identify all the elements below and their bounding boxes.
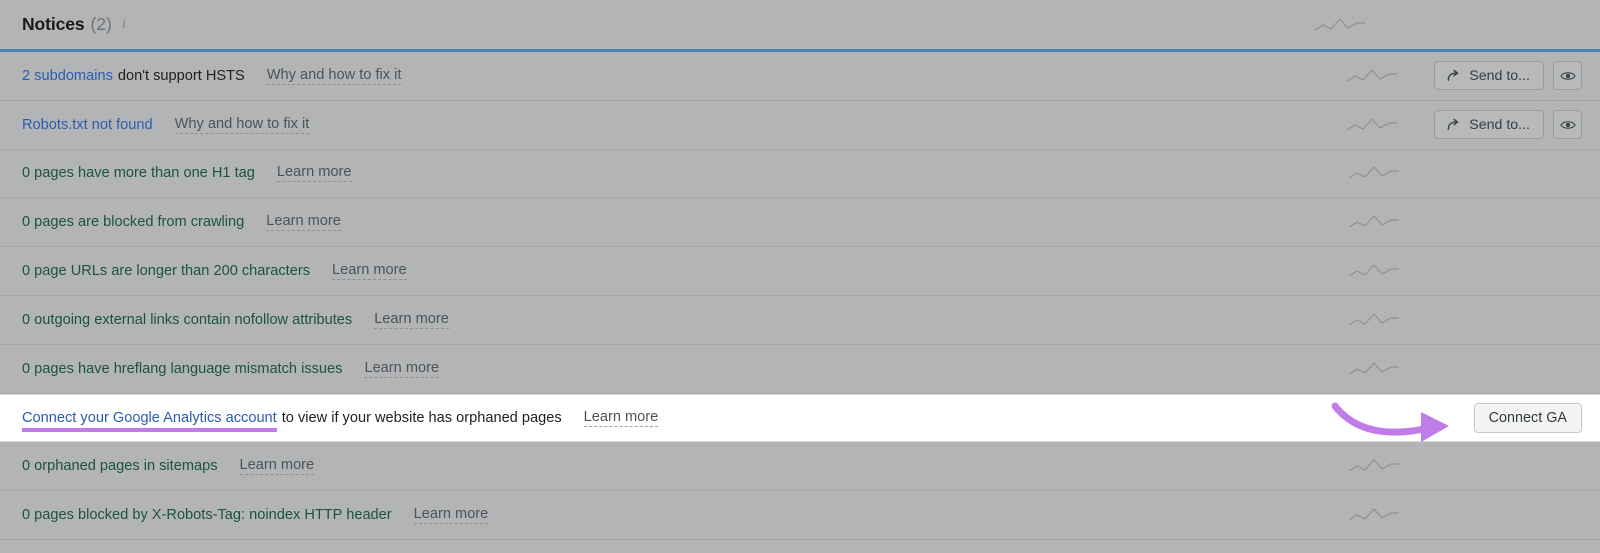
notices-list: 2 subdomains don't support HSTS Why and ho… [0, 52, 1600, 394]
send-to-label: Send to... [1469, 67, 1530, 84]
row-label: 0 orphaned pages in sitemaps [22, 458, 218, 474]
row-rest-text: 0 orphaned pages in sitemaps [22, 458, 218, 475]
row-rest-text: to view if your website has orphaned pag… [281, 409, 562, 426]
row-label: 0 pages have more than one H1 tag [22, 165, 255, 181]
learn-more-link[interactable]: Learn more [364, 360, 440, 378]
row-sparkline [1348, 163, 1400, 183]
learn-more-link[interactable]: Learn more [583, 409, 659, 427]
row-label: 0 outgoing external links contain nofoll… [22, 312, 352, 328]
table-row-connect-ga[interactable]: Connect your Google Analytics account to… [0, 393, 1600, 443]
row-sparkline [1348, 456, 1400, 476]
row-sparkline [1348, 310, 1400, 330]
table-row[interactable]: 0 pages have hreflang language mismatch … [0, 345, 1600, 394]
row-rest-text: 0 pages blocked by X-Robots-Tag: noindex… [22, 507, 392, 524]
row-sparkline [1348, 212, 1400, 232]
eye-icon [1559, 70, 1576, 82]
row-rest-text: 0 pages have more than one H1 tag [22, 165, 255, 182]
row-label: 0 page URLs are longer than 200 characte… [22, 263, 310, 279]
why-and-how-to-fix-it-link[interactable]: Why and how to fix it [266, 67, 402, 85]
page-title: Notices [22, 14, 85, 34]
row-label: Connect your Google Analytics account to… [22, 409, 562, 432]
row-actions: Send to... [1346, 61, 1582, 91]
row-actions [1348, 212, 1582, 232]
row-label: Robots.txt not found [22, 117, 153, 133]
row-lead-link[interactable]: 2 subdomains [22, 68, 113, 84]
connect-ga-link[interactable]: Connect your Google Analytics account [22, 409, 277, 432]
row-lead-link[interactable]: Robots.txt not found [22, 117, 153, 133]
purple-underline-highlight [22, 427, 277, 432]
row-sparkline [1346, 66, 1398, 86]
row-actions [1348, 310, 1582, 330]
hide-issue-button[interactable] [1553, 110, 1582, 140]
table-row[interactable]: 0 pages have more than one H1 tag Learn m… [0, 150, 1600, 199]
row-actions [1348, 163, 1582, 183]
table-row[interactable]: 0 orphaned pages in sitemaps Learn more [0, 442, 1600, 492]
send-to-button[interactable]: Send to... [1434, 61, 1544, 91]
row-actions: Send to... [1346, 110, 1582, 140]
learn-more-link[interactable]: Learn more [239, 457, 315, 476]
row-actions: Connect GA [1473, 402, 1582, 433]
row-sparkline [1348, 261, 1400, 281]
row-actions [1348, 505, 1582, 525]
learn-more-link[interactable]: Learn more [413, 506, 489, 525]
row-sparkline [1348, 359, 1400, 379]
panel-header: Notices (2) i [0, 0, 1600, 49]
row-rest-text: 0 outgoing external links contain nofoll… [22, 311, 353, 328]
table-row[interactable]: Robots.txt not found Why and how to fix i… [0, 101, 1600, 150]
notices-list-continued: 0 orphaned pages in sitemaps Learn more 0 … [0, 442, 1600, 540]
row-label: 0 pages have hreflang language mismatch … [22, 361, 342, 377]
row-rest-text: 0 pages have hreflang language mismatch … [22, 360, 343, 377]
send-to-label: Send to... [1469, 116, 1530, 133]
hide-issue-button[interactable] [1553, 61, 1582, 91]
send-to-button[interactable]: Send to... [1434, 110, 1544, 140]
header-sparkline [1314, 15, 1366, 35]
eye-icon [1559, 119, 1576, 131]
row-actions [1348, 261, 1582, 281]
row-rest-text: 0 pages are blocked from crawling [22, 214, 245, 231]
learn-more-link[interactable]: Learn more [374, 311, 449, 329]
row-sparkline [1348, 505, 1400, 525]
learn-more-link[interactable]: Learn more [276, 164, 352, 183]
connect-ga-link-text: Connect your Google Analytics account [22, 409, 277, 426]
table-row[interactable]: 0 outgoing external links contain nofoll… [0, 296, 1600, 345]
row-label: 0 pages are blocked from crawling [22, 214, 244, 230]
row-sparkline [1346, 115, 1398, 135]
row-actions [1348, 359, 1582, 379]
table-row[interactable]: 0 page URLs are longer than 200 characte… [0, 247, 1600, 296]
learn-more-link[interactable]: Learn more [332, 262, 407, 281]
share-arrow-icon [1446, 117, 1461, 132]
learn-more-link[interactable]: Learn more [266, 213, 341, 232]
connect-ga-button[interactable]: Connect GA [1473, 402, 1582, 433]
row-rest-text: don't support HSTS [117, 67, 245, 84]
table-row[interactable]: 2 subdomains don't support HSTS Why and ho… [0, 52, 1600, 101]
row-actions [1348, 456, 1582, 476]
row-label: 0 pages blocked by X-Robots-Tag: noindex… [22, 507, 392, 523]
notices-panel: Notices (2) i 2 subdomains don't support … [0, 0, 1600, 553]
info-icon[interactable]: i [122, 17, 126, 32]
notices-count: (2) [90, 14, 112, 34]
table-row[interactable]: 0 pages blocked by X-Robots-Tag: noindex… [0, 491, 1600, 540]
table-row[interactable]: 0 pages are blocked from crawling Learn m… [0, 198, 1600, 248]
row-rest-text: 0 page URLs are longer than 200 characte… [22, 263, 310, 280]
share-arrow-icon [1446, 68, 1461, 83]
why-and-how-to-fix-it-link[interactable]: Why and how to fix it [174, 116, 310, 134]
row-label: 2 subdomains don't support HSTS [22, 68, 245, 84]
